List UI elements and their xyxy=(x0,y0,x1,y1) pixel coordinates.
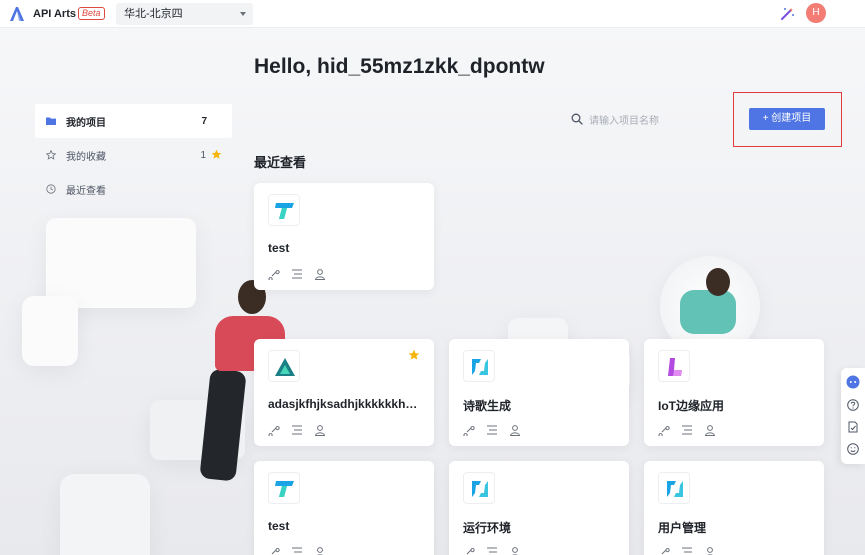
project-logo xyxy=(268,194,300,226)
sidebar-item-label: 我的收藏 xyxy=(66,151,106,163)
project-card[interactable]: 诗歌生成 xyxy=(449,339,629,446)
card-actions xyxy=(268,268,326,280)
sidebar-item-favorites[interactable]: 我的收藏 1 xyxy=(35,138,232,172)
search-input[interactable]: 请输入项目名称 xyxy=(589,112,659,127)
list-icon[interactable] xyxy=(291,424,303,436)
region-value: 华北-北京四 xyxy=(124,8,183,20)
api-link-icon[interactable] xyxy=(268,268,280,280)
bracket-logo-icon xyxy=(472,481,488,497)
card-actions xyxy=(268,546,326,555)
card-actions xyxy=(658,546,716,555)
bg-person xyxy=(706,268,730,296)
user-icon[interactable] xyxy=(314,268,326,280)
list-icon[interactable] xyxy=(486,424,498,436)
favorite-count: 1 xyxy=(200,150,206,161)
top-bar: API Arts Beta 华北-北京四 H xyxy=(0,0,865,28)
project-card[interactable]: IoT边缘应用 xyxy=(644,339,824,446)
sidebar-item-my-projects[interactable]: 我的项目 7 xyxy=(35,104,232,138)
region-select[interactable]: 华北-北京四 xyxy=(116,3,253,25)
api-link-icon[interactable] xyxy=(268,424,280,436)
t-logo-icon xyxy=(275,481,294,497)
list-icon[interactable] xyxy=(681,424,693,436)
project-card[interactable]: test xyxy=(254,461,434,555)
bg-person xyxy=(680,290,736,334)
project-name: 用户管理 xyxy=(658,521,707,535)
bg-person xyxy=(199,368,247,482)
api-link-icon[interactable] xyxy=(463,546,475,555)
card-actions xyxy=(658,424,716,436)
smile-icon[interactable] xyxy=(847,443,859,455)
project-logo xyxy=(268,350,300,382)
favorite-star-icon[interactable] xyxy=(408,349,420,361)
feedback-edit-icon[interactable] xyxy=(847,421,859,433)
app-name: API Arts xyxy=(33,8,76,20)
list-icon[interactable] xyxy=(486,546,498,555)
project-card[interactable]: test xyxy=(254,183,434,290)
project-name: adasjkfhjksadhjkkkkkkhjkkkkk xyxy=(268,397,420,411)
project-count: 7 xyxy=(201,116,207,127)
project-logo xyxy=(463,472,495,504)
project-search[interactable]: 请输入项目名称 xyxy=(571,112,691,127)
avatar[interactable]: H xyxy=(806,3,826,23)
card-actions xyxy=(268,424,326,436)
project-name: 运行环境 xyxy=(463,521,512,535)
bg-hex-tile xyxy=(60,474,150,555)
user-icon[interactable] xyxy=(314,546,326,555)
star-outline-icon xyxy=(46,150,56,160)
star-filled-icon xyxy=(211,149,222,159)
bg-cloud-tile xyxy=(22,296,78,366)
user-icon[interactable] xyxy=(509,424,521,436)
clock-icon xyxy=(46,184,56,194)
floating-toolbar xyxy=(841,368,865,464)
chevron-down-icon xyxy=(240,12,246,16)
bg-panel xyxy=(46,218,196,308)
folder-icon xyxy=(46,117,56,125)
api-arts-logo-icon[interactable] xyxy=(8,5,26,23)
project-card[interactable]: 用户管理 xyxy=(644,461,824,555)
t-logo-icon xyxy=(275,203,294,219)
project-name: test xyxy=(268,519,290,533)
magic-wand-icon[interactable] xyxy=(779,6,795,22)
api-link-icon[interactable] xyxy=(658,546,670,555)
create-project-button[interactable]: + 创建项目 xyxy=(749,108,825,130)
api-link-icon[interactable] xyxy=(658,424,670,436)
user-icon[interactable] xyxy=(509,546,521,555)
project-name: test xyxy=(268,241,290,255)
sidebar-item-label: 我的项目 xyxy=(66,117,106,129)
list-icon[interactable] xyxy=(291,268,303,280)
user-icon[interactable] xyxy=(314,424,326,436)
project-logo xyxy=(268,472,300,504)
bracket-logo-icon xyxy=(667,481,683,497)
help-icon[interactable] xyxy=(847,399,859,411)
project-card[interactable]: adasjkfhjksadhjkkkkkkhjkkkkk xyxy=(254,339,434,446)
card-actions xyxy=(463,424,521,436)
beta-badge: Beta xyxy=(78,7,105,20)
search-icon xyxy=(571,113,583,125)
project-name: 诗歌生成 xyxy=(463,399,512,413)
chat-bot-icon[interactable] xyxy=(846,375,860,389)
project-logo xyxy=(658,350,690,382)
l-logo-icon xyxy=(668,358,682,376)
user-icon[interactable] xyxy=(704,546,716,555)
bracket-logo-icon xyxy=(472,359,488,375)
api-link-icon[interactable] xyxy=(463,424,475,436)
recent-section-title: 最近查看 xyxy=(254,155,307,170)
page-title: Hello, hid_55mz1zkk_dpontw xyxy=(254,55,545,78)
sidebar: 我的项目 7 我的收藏 1 最近查看 xyxy=(35,104,232,206)
project-name: IoT边缘应用 xyxy=(658,399,724,413)
list-icon[interactable] xyxy=(681,546,693,555)
sidebar-item-label: 最近查看 xyxy=(66,185,106,197)
project-logo xyxy=(463,350,495,382)
list-icon[interactable] xyxy=(291,546,303,555)
project-logo xyxy=(658,472,690,504)
triangle-logo-icon xyxy=(275,358,295,376)
user-icon[interactable] xyxy=(704,424,716,436)
sidebar-item-recent[interactable]: 最近查看 xyxy=(35,172,232,206)
project-card[interactable]: 运行环境 xyxy=(449,461,629,555)
api-link-icon[interactable] xyxy=(268,546,280,555)
card-actions xyxy=(463,546,521,555)
